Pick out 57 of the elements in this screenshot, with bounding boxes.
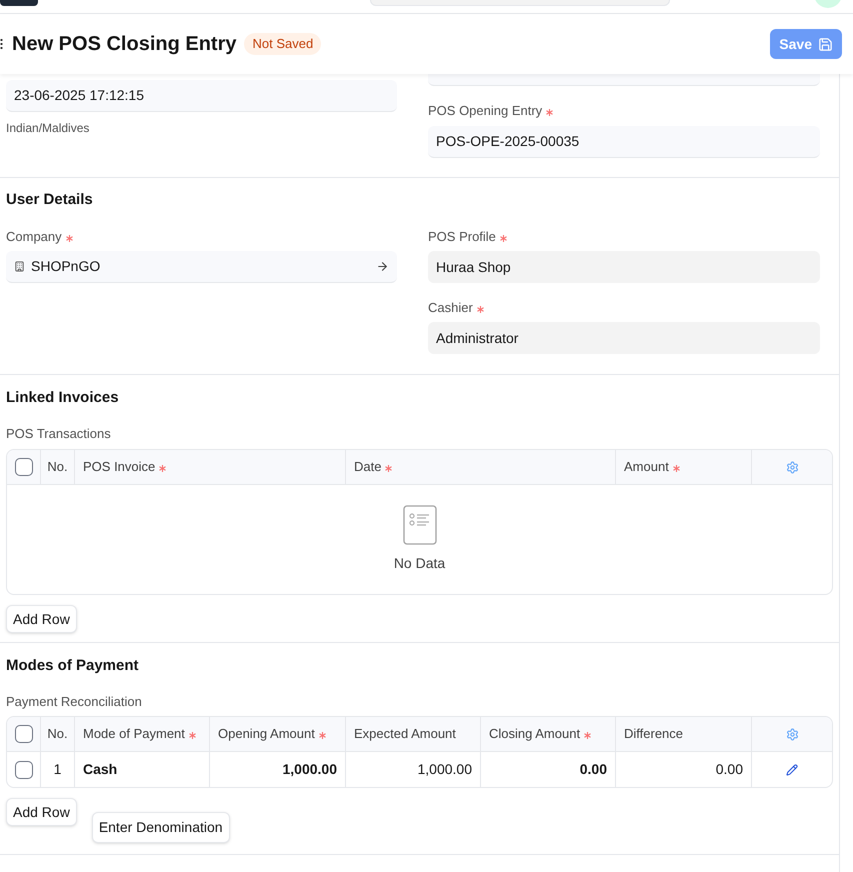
column-header: Mode of Payment — [83, 725, 185, 744]
table-cell-text: Cash — [83, 760, 118, 779]
table-cell-text: 1,000.00 — [282, 760, 337, 779]
empty-state-text: No Data — [394, 554, 446, 573]
empty-list-icon — [402, 505, 436, 545]
page-title: New POS Closing Entry — [12, 32, 236, 57]
required-icon — [500, 235, 507, 242]
required-icon — [584, 732, 592, 739]
enter-denomination-button[interactable]: Enter Denomination — [92, 812, 230, 843]
required-icon — [66, 235, 73, 242]
input-field[interactable] — [428, 74, 820, 86]
required-icon — [546, 109, 554, 116]
column-header: Date — [354, 458, 382, 476]
column-header: Amount — [624, 458, 669, 476]
column-header: Opening Amount — [218, 725, 315, 744]
input-field[interactable]: SHOPnGO — [6, 251, 397, 283]
required-icon — [385, 465, 392, 472]
field-label: POS Profile — [428, 228, 496, 246]
field-label: Cashier — [428, 299, 473, 317]
column-header: Closing Amount — [489, 725, 580, 744]
section-heading: Modes of Payment — [6, 656, 140, 676]
table-label: POS Transactions — [6, 425, 112, 443]
input-field[interactable]: Huraa Shop — [428, 251, 820, 283]
column-header: No. — [47, 725, 68, 744]
checkbox[interactable] — [14, 458, 32, 476]
building-icon — [14, 261, 25, 272]
arrow-right-icon[interactable] — [376, 260, 389, 273]
sidebar-toggle-icon[interactable] — [0, 38, 3, 50]
datetime-field[interactable]: 23-06-2025 17:12:15 — [6, 80, 397, 112]
table-cell-text: 0.00 — [580, 760, 607, 779]
required-icon — [188, 732, 196, 739]
column-header: Expected Amount — [354, 725, 456, 744]
field-label: POS Opening Entry — [428, 102, 542, 120]
column-header: POS Invoice — [83, 458, 156, 476]
status-indicator: Not Saved — [244, 33, 322, 55]
required-icon — [318, 732, 326, 739]
required-icon — [159, 465, 166, 472]
input-field[interactable]: POS-OPE-2025-00035 — [428, 126, 820, 158]
table-label: Payment Reconciliation — [6, 693, 143, 711]
edit-icon[interactable] — [786, 764, 798, 776]
field-label: Company — [6, 228, 62, 246]
table-cell-text: 0.00 — [716, 760, 743, 779]
checkbox[interactable] — [14, 725, 32, 743]
add-row-button[interactable]: Add Row — [6, 605, 77, 633]
column-header: Difference — [624, 725, 684, 744]
save-icon — [818, 36, 833, 52]
checkbox[interactable] — [14, 760, 32, 778]
column-header: No. — [47, 458, 68, 476]
timezone-text: Indian/Maldives — [6, 120, 90, 137]
table-cell-text: 1,000.00 — [418, 760, 472, 779]
input-field[interactable]: Administrator — [428, 322, 820, 354]
section-heading: User Details — [6, 190, 94, 210]
required-icon — [672, 465, 680, 472]
add-row-button[interactable]: Add Row — [6, 798, 77, 826]
table-cell-text: 1 — [54, 760, 62, 779]
section-heading: Linked Invoices — [6, 388, 120, 408]
required-icon — [476, 306, 484, 313]
